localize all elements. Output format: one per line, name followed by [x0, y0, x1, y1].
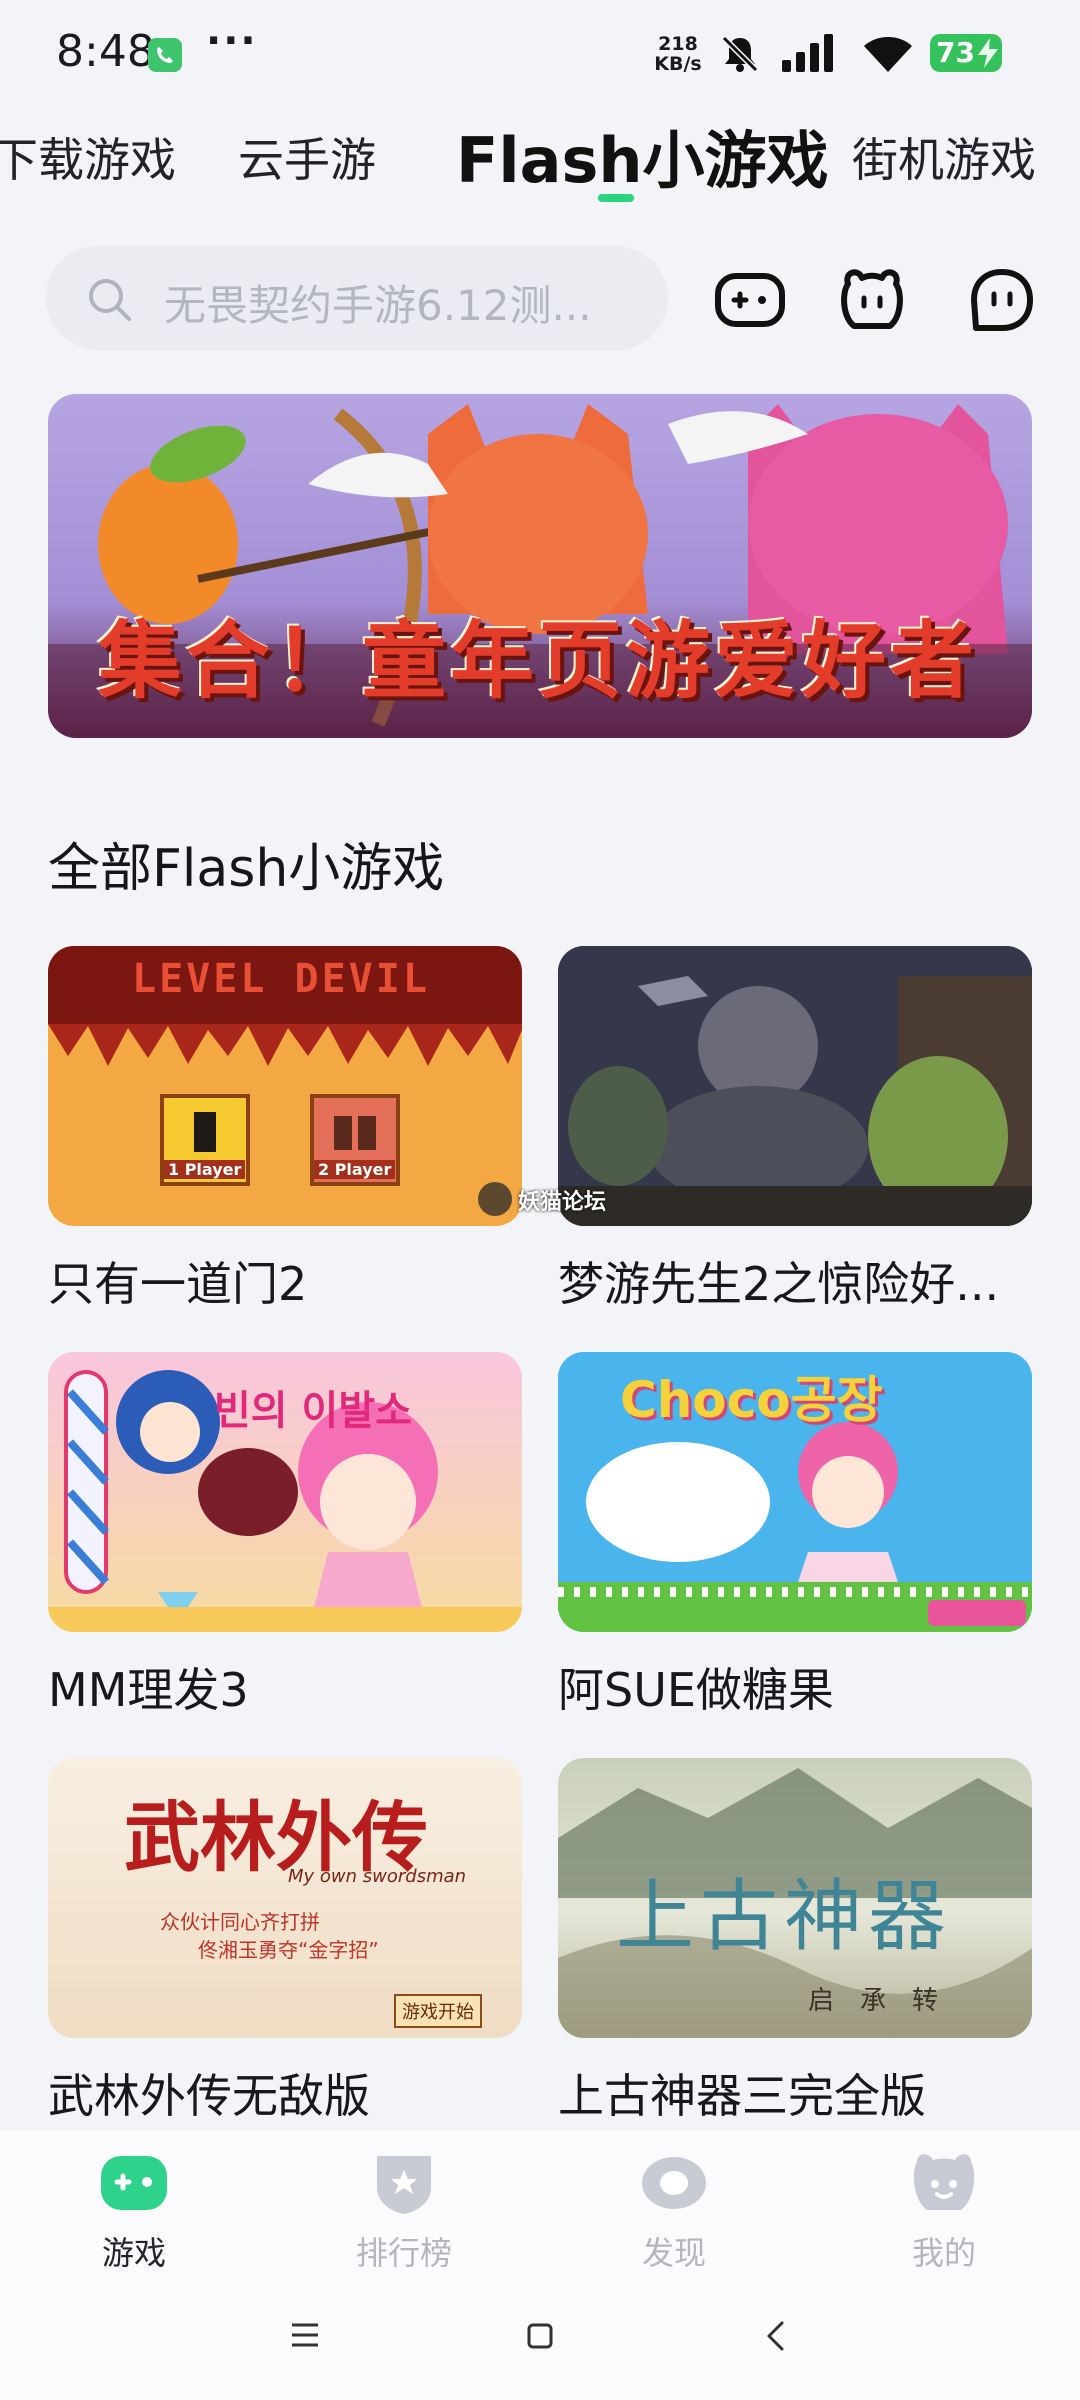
- mute-bell-icon: [721, 35, 759, 73]
- thumb-title: LEVEL DEVIL: [132, 956, 430, 1002]
- thumb-title: 上古神器: [616, 1872, 953, 1962]
- game-title: 阿SUE做糖果: [558, 1663, 834, 1717]
- tab-flash-games[interactable]: Flash小游戏: [456, 110, 829, 200]
- game-thumbnail: LEVEL DEVIL 1 Player 2 Player: [48, 946, 522, 1226]
- thumb-subtitle: My own swordsman: [288, 1866, 467, 1887]
- game-thumbnail: Choco공장: [558, 1352, 1032, 1632]
- gamepad-icon: [101, 2156, 167, 2210]
- tab-arcade-games[interactable]: 街机游戏: [852, 124, 1036, 190]
- thumb-title: 빈의 이발소: [214, 1388, 412, 1434]
- game-thumbnail: 빈의 이발소: [48, 1352, 522, 1632]
- menu-icon[interactable]: [290, 2322, 320, 2348]
- bottom-navigation: 游戏 排行榜 发现 我的: [0, 2130, 1080, 2280]
- gamepad-icon[interactable]: [712, 262, 788, 338]
- signal-icon: [782, 34, 833, 72]
- search-icon: [89, 279, 131, 321]
- promo-banner[interactable]: 集合！童年页游爱好者: [48, 394, 1032, 738]
- game-title: 梦游先生2之惊险好...: [558, 1257, 1000, 1311]
- tab-download-games[interactable]: 下载游戏: [0, 124, 176, 190]
- nav-discover[interactable]: 发现: [594, 2148, 754, 2274]
- wifi-icon: [864, 37, 912, 72]
- game-thumbnail: 上古神器 启承转: [558, 1758, 1032, 2038]
- network-speed: 218 KB/s: [654, 33, 702, 75]
- bear-icon[interactable]: [834, 262, 910, 338]
- thumb-subtitle: 启承转: [808, 1986, 965, 2016]
- thumb-line-2: 佟湘玉勇夺“金字招”: [198, 1938, 379, 1962]
- game-title: MM理发3: [48, 1663, 249, 1717]
- chat-bot-icon[interactable]: [964, 262, 1040, 338]
- home-icon[interactable]: [526, 2322, 554, 2350]
- profile-icon: [913, 2154, 975, 2210]
- game-title: 上古神器三完全版: [558, 2069, 926, 2123]
- search-placeholder: 无畏契约手游6.12测...: [164, 281, 592, 330]
- nav-profile[interactable]: 我的: [864, 2148, 1024, 2274]
- status-time: 8:48: [56, 26, 155, 77]
- section-title: 全部Flash小游戏: [48, 839, 445, 899]
- discover-icon: [642, 2157, 706, 2209]
- banner-text: 集合！童年页游爱好者: [98, 612, 979, 710]
- charging-icon: [978, 38, 998, 68]
- start-game-badge: 游戏开始: [394, 1994, 482, 2028]
- active-tab-indicator: [598, 194, 634, 202]
- system-navigation-bar: [0, 2280, 1080, 2400]
- search-input[interactable]: 无畏契约手游6.12测...: [46, 246, 668, 350]
- ranking-shield-icon: [377, 2156, 431, 2214]
- nav-games[interactable]: 游戏: [54, 2148, 214, 2274]
- nav-ranking[interactable]: 排行榜: [324, 2148, 484, 2274]
- game-thumbnail: 武林外传 My own swordsman 众伙计同心齐打拼 佟湘玉勇夺“金字招…: [48, 1758, 522, 2038]
- back-icon[interactable]: [764, 2320, 786, 2352]
- status-bar: 8:48 ··· 218 KB/s 73: [0, 0, 1080, 108]
- game-thumbnail: [558, 946, 1032, 1226]
- phone-call-icon: [148, 38, 182, 72]
- thumb-player1: 1 Player: [164, 1160, 246, 1179]
- watermark-logo-icon: [478, 1182, 512, 1216]
- tab-cloud-games[interactable]: 云手游: [238, 124, 376, 190]
- thumb-title: Choco공장: [620, 1371, 883, 1429]
- category-tabs: 下载游戏 云手游 Flash小游戏 街机游戏: [0, 110, 1080, 206]
- more-notifications-icon: ···: [206, 18, 258, 64]
- game-title: 武林外传无敌版: [48, 2069, 370, 2123]
- thumb-player2: 2 Player: [314, 1160, 396, 1179]
- game-title: 只有一道门2: [48, 1257, 308, 1311]
- thumb-line-1: 众伙计同心齐打拼: [160, 1910, 320, 1934]
